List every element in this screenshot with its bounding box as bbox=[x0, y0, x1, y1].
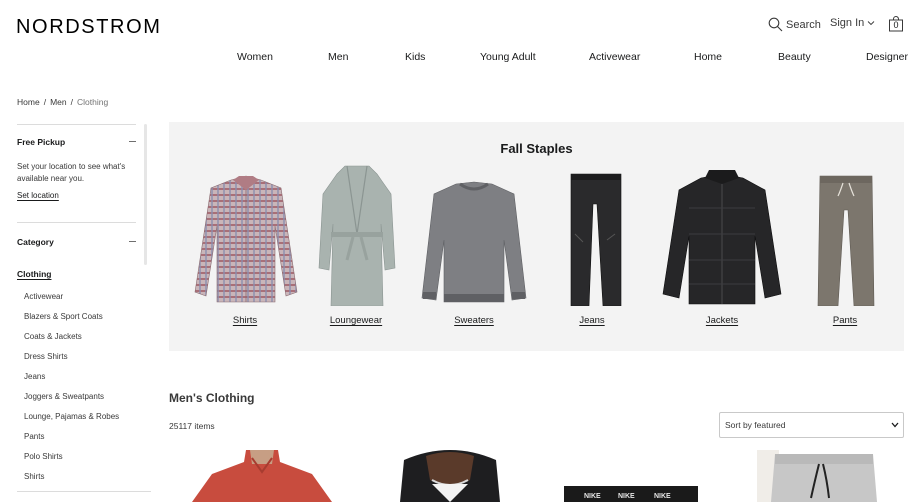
category-item[interactable]: Jeans bbox=[24, 372, 45, 381]
staple-pants-link[interactable]: Pants bbox=[833, 315, 857, 326]
product-thumbnail[interactable] bbox=[370, 450, 530, 502]
breadcrumb-separator: / bbox=[70, 97, 73, 107]
breadcrumb-home[interactable]: Home bbox=[17, 97, 40, 107]
fall-staples-title: Fall Staples bbox=[500, 141, 573, 156]
category-item[interactable]: Lounge, Pajamas & Robes bbox=[24, 412, 119, 421]
staple-jeans-link[interactable]: Jeans bbox=[579, 315, 604, 326]
nav-young-adult[interactable]: Young Adult bbox=[480, 51, 536, 63]
product-image: NIKE NIKE NIKE bbox=[564, 486, 698, 502]
staple-loungewear-link[interactable]: Loungewear bbox=[330, 315, 382, 326]
nav-beauty[interactable]: Beauty bbox=[778, 51, 811, 63]
staple-sweaters-link[interactable]: Sweaters bbox=[454, 315, 494, 326]
staple-shirts-link[interactable]: Shirts bbox=[233, 315, 257, 326]
chevron-down-icon bbox=[891, 422, 899, 428]
category-item[interactable]: Shirts bbox=[24, 472, 44, 481]
sidebar-scrollbar[interactable] bbox=[144, 124, 147, 265]
svg-text:NIKE: NIKE bbox=[618, 493, 635, 500]
jogger-pants-image bbox=[817, 175, 875, 306]
product-thumbnail[interactable] bbox=[192, 450, 332, 502]
shopping-bag-button[interactable]: 0 bbox=[888, 16, 904, 32]
breadcrumb-current: Clothing bbox=[76, 97, 109, 107]
product-thumbnail[interactable]: NIKE NIKE NIKE bbox=[564, 450, 698, 502]
product-image bbox=[192, 450, 332, 502]
staple-jackets-image[interactable] bbox=[661, 164, 783, 306]
staple-jeans-image[interactable] bbox=[567, 164, 625, 306]
category-item[interactable]: Joggers & Sweatpants bbox=[24, 392, 104, 401]
collapse-category-icon[interactable] bbox=[129, 241, 136, 242]
search-label: Search bbox=[786, 18, 821, 31]
product-grid-title: Men's Clothing bbox=[169, 391, 255, 405]
staple-loungewear-image[interactable] bbox=[317, 164, 397, 306]
category-heading[interactable]: Category bbox=[17, 237, 54, 247]
nav-kids[interactable]: Kids bbox=[405, 51, 425, 63]
sidebar-divider bbox=[17, 222, 136, 223]
robe-image bbox=[318, 165, 396, 306]
sidebar-divider bbox=[17, 124, 136, 125]
product-image bbox=[400, 450, 500, 502]
staple-jackets-link[interactable]: Jackets bbox=[706, 315, 738, 326]
nordstrom-logo[interactable]: NORDSTROM bbox=[16, 16, 162, 39]
sign-in-label: Sign In bbox=[830, 17, 865, 29]
nav-women[interactable]: Women bbox=[237, 51, 273, 63]
sidebar-divider bbox=[17, 491, 151, 492]
pickup-description: Set your location to see what's availabl… bbox=[17, 162, 126, 183]
item-count: 25117 items bbox=[169, 421, 215, 431]
black-jeans-image bbox=[570, 173, 622, 306]
breadcrumb-separator: / bbox=[43, 97, 47, 107]
chevron-down-icon bbox=[867, 21, 875, 26]
search-icon bbox=[768, 17, 783, 32]
category-item[interactable]: Polo Shirts bbox=[24, 452, 63, 461]
product-image bbox=[757, 450, 877, 502]
nav-activewear[interactable]: Activewear bbox=[589, 51, 640, 63]
nav-designer[interactable]: Designer bbox=[866, 51, 908, 63]
svg-text:NIKE: NIKE bbox=[584, 493, 601, 500]
staple-shirts-image[interactable] bbox=[193, 164, 299, 306]
bag-count: 0 bbox=[893, 20, 899, 30]
category-item[interactable]: Pants bbox=[24, 432, 44, 441]
free-pickup-heading[interactable]: Free Pickup bbox=[17, 137, 65, 147]
sort-value: Sort by featured bbox=[725, 420, 786, 430]
sign-in-button[interactable]: Sign In bbox=[830, 17, 875, 29]
sort-select[interactable]: Sort by featured bbox=[719, 412, 904, 438]
product-thumbnail[interactable] bbox=[757, 450, 877, 502]
fall-staples-panel: Fall Staples Shirts Loungewear Sweaters … bbox=[169, 122, 904, 351]
breadcrumb: Home / Men / Clothing bbox=[17, 97, 108, 107]
staple-pants-image[interactable] bbox=[816, 164, 876, 306]
collapse-pickup-icon[interactable] bbox=[129, 141, 136, 142]
svg-text:NIKE: NIKE bbox=[654, 493, 671, 500]
category-item[interactable]: Dress Shirts bbox=[24, 352, 68, 361]
set-location-link[interactable]: Set location bbox=[17, 191, 59, 200]
category-item[interactable]: Activewear bbox=[24, 292, 63, 301]
category-item[interactable]: Blazers & Sport Coats bbox=[24, 312, 103, 321]
sweater-image bbox=[421, 181, 527, 303]
category-item[interactable]: Coats & Jackets bbox=[24, 332, 82, 341]
nav-home[interactable]: Home bbox=[694, 51, 722, 63]
staple-sweaters-image[interactable] bbox=[420, 164, 528, 306]
breadcrumb-men[interactable]: Men bbox=[50, 97, 67, 107]
category-active-clothing[interactable]: Clothing bbox=[17, 269, 51, 279]
plaid-shirt-image bbox=[194, 175, 298, 303]
nav-men[interactable]: Men bbox=[328, 51, 348, 63]
puffer-jacket-image bbox=[662, 170, 782, 305]
search-button[interactable]: Search bbox=[768, 17, 821, 32]
